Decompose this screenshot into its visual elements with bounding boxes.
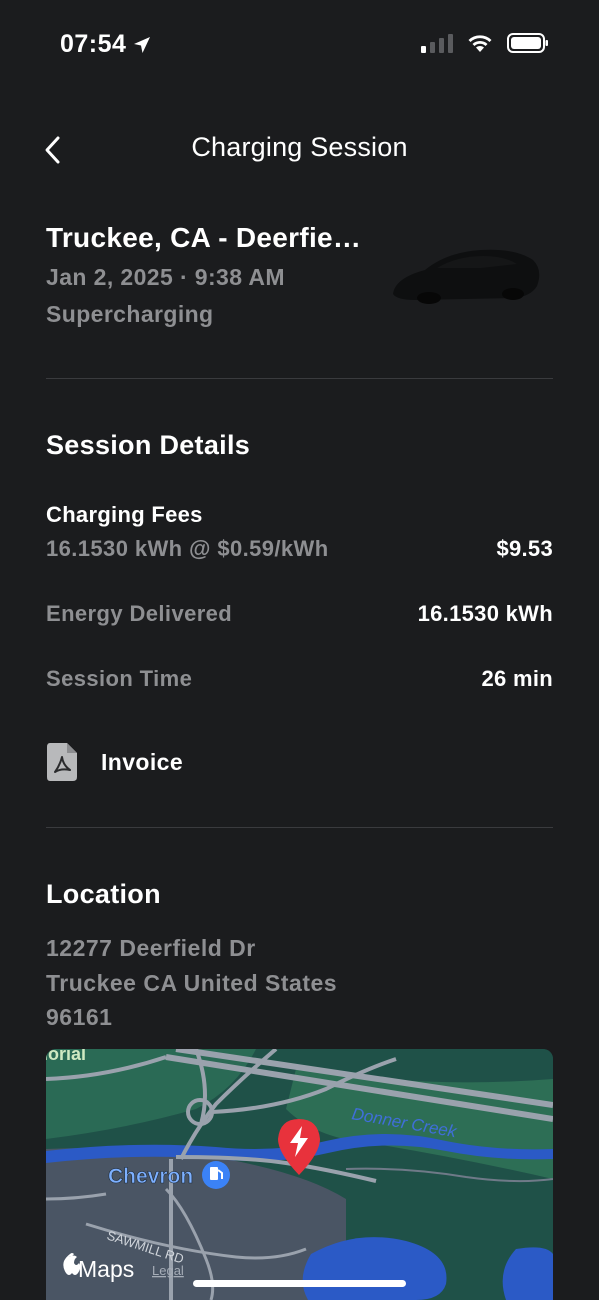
energy-delivered-label: Energy Delivered [46, 601, 233, 626]
session-header: Truckee, CA - Deerfie… Jan 2, 2025 · 9:3… [46, 222, 553, 342]
pdf-file-icon [47, 743, 77, 781]
map-label-chevron: Chevron [108, 1165, 193, 1188]
divider [46, 378, 553, 379]
location-title: Location [46, 879, 161, 909]
address-line-2: Truckee CA United States [46, 970, 338, 996]
charging-fees-label: Charging Fees [46, 502, 203, 527]
session-details-title: Session Details [46, 430, 251, 460]
address-line-3: 96161 [46, 1004, 113, 1030]
navigation-bar: Charging Session [0, 120, 599, 180]
clock: 07:54 [60, 30, 127, 58]
charging-fees-value: $9.53 [496, 536, 553, 561]
wifi-icon [468, 35, 492, 52]
map-label-memorial: lorial [46, 1049, 86, 1064]
cellular-signal-icon [421, 34, 453, 53]
location-map[interactable]: lorial Donner Creek Chevron SAWMILL RD M… [46, 1049, 553, 1300]
car-image [393, 249, 540, 304]
battery-icon [507, 33, 548, 53]
page-title: Charging Session [191, 132, 408, 162]
session-time-value: 26 min [481, 666, 553, 691]
svg-text:Maps: Maps [78, 1256, 134, 1282]
session-time-label: Session Time [46, 666, 193, 691]
invoice-link[interactable]: Invoice [46, 740, 183, 784]
status-icons [421, 33, 549, 53]
location-arrow-icon [134, 36, 151, 53]
status-bar: 07:54 [0, 0, 599, 90]
divider [46, 827, 553, 828]
home-indicator[interactable] [193, 1280, 406, 1287]
status-time: 07:54 [60, 30, 152, 59]
energy-delivered-value: 16.1530 kWh [417, 601, 553, 626]
invoice-label: Invoice [101, 748, 184, 775]
legal-link[interactable]: Legal [152, 1263, 184, 1278]
address-line-1: 12277 Deerfield Dr [46, 935, 256, 961]
charging-fees-rate: 16.1530 kWh @ $0.59/kWh [46, 536, 329, 561]
